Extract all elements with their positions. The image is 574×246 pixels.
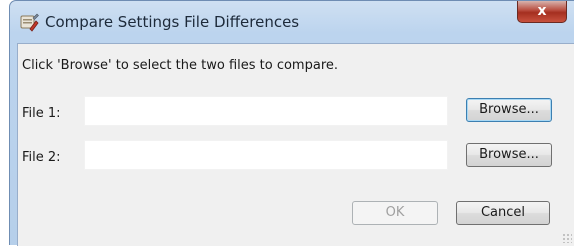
dialog-body: Click 'Browse' to select the two files t… [17, 43, 574, 246]
title-bar[interactable]: Compare Settings File Differences x [10, 1, 574, 43]
file2-browse-button[interactable]: Browse... [466, 143, 552, 167]
file1-browse-button[interactable]: Browse... [466, 98, 552, 122]
settings-wrench-icon [20, 13, 39, 32]
file1-path-input[interactable] [84, 96, 448, 126]
instruction-text: Click 'Browse' to select the two files t… [22, 58, 339, 73]
window-title: Compare Settings File Differences [45, 13, 300, 31]
compare-settings-dialog: Compare Settings File Differences x Clic… [9, 0, 574, 246]
resize-grip-icon[interactable] [562, 233, 572, 243]
file1-label: File 1: [22, 106, 61, 121]
file2-path-input[interactable] [84, 140, 448, 170]
cancel-button[interactable]: Cancel [456, 201, 550, 225]
close-button[interactable]: x [517, 1, 567, 23]
ok-button[interactable]: OK [352, 201, 438, 225]
file2-label: File 2: [22, 150, 61, 165]
